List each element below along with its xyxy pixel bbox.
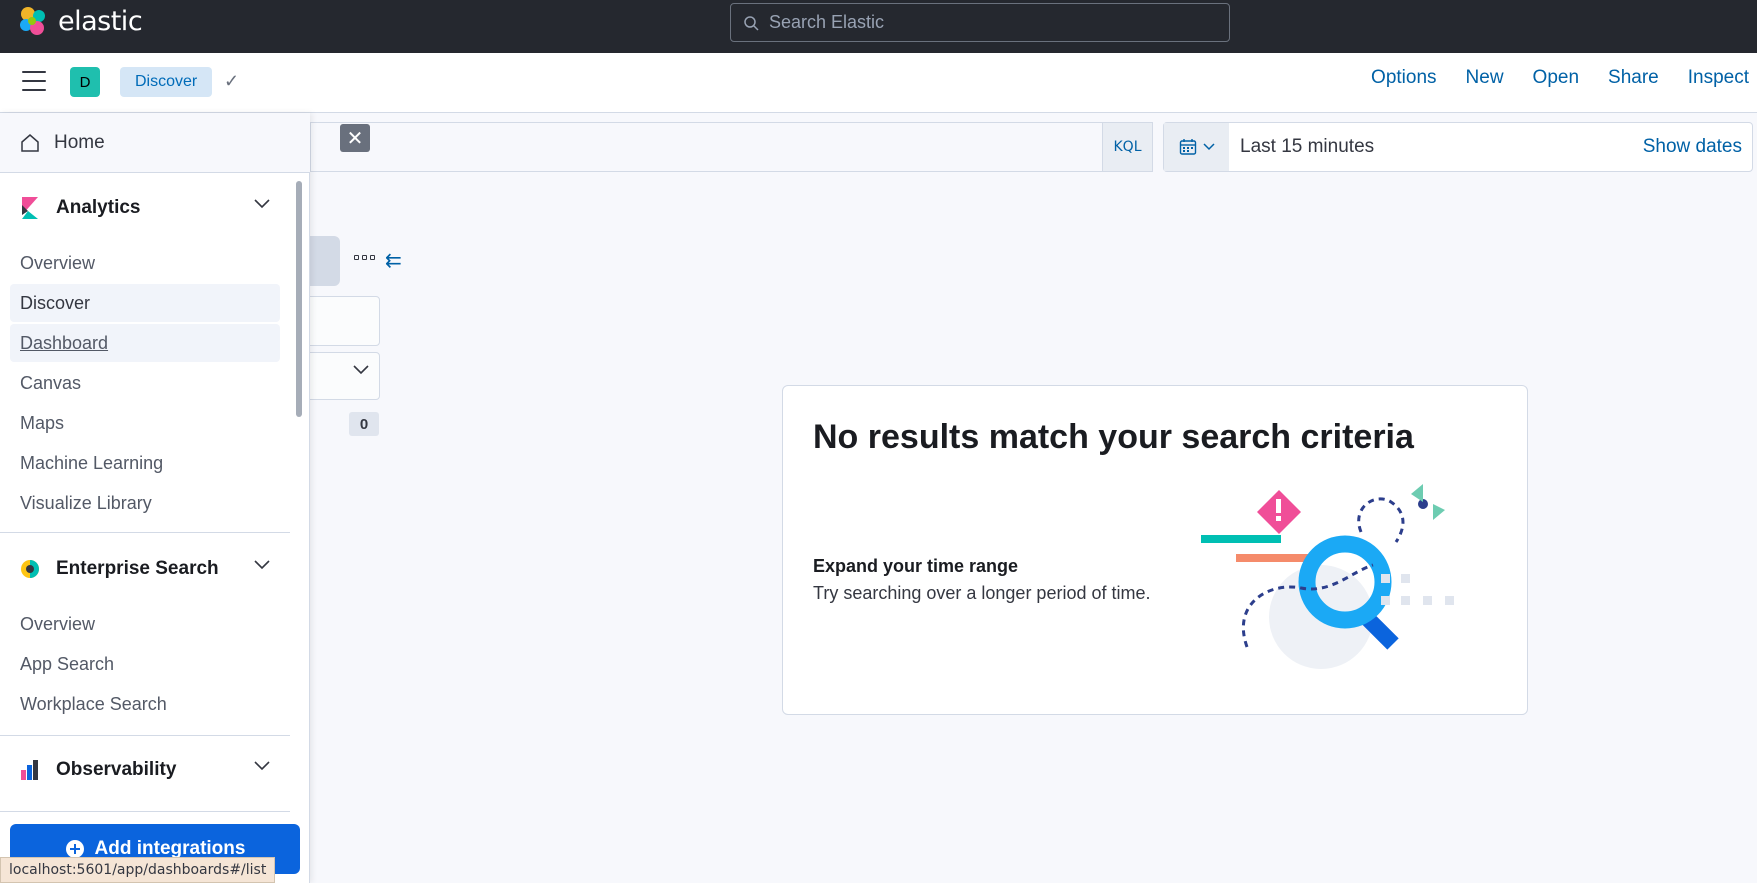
nav-divider bbox=[0, 811, 290, 812]
chevron-down-icon bbox=[353, 365, 369, 375]
check-icon: ✓ bbox=[224, 71, 240, 91]
nav-item-workplace-search[interactable]: Workplace Search bbox=[10, 685, 280, 723]
nav-item-maps[interactable]: Maps bbox=[10, 404, 280, 442]
nav-item-es-overview[interactable]: Overview bbox=[10, 605, 280, 643]
chevron-down-icon bbox=[1202, 143, 1215, 151]
nav-home-link[interactable]: Home bbox=[0, 113, 310, 173]
top-nav-links: Options New Open Share Inspect bbox=[1371, 67, 1749, 89]
global-header: elastic bbox=[0, 0, 1757, 53]
options-link[interactable]: Options bbox=[1371, 67, 1436, 89]
home-icon bbox=[21, 133, 39, 152]
nav-scrollbar[interactable] bbox=[296, 181, 302, 417]
nav-home-label: Home bbox=[54, 131, 105, 153]
brand-name: elastic bbox=[58, 5, 143, 37]
nav-flyout: Home Analytics Overview Discover Dashboa… bbox=[0, 113, 310, 883]
nav-group-label: Enterprise Search bbox=[56, 558, 219, 579]
nav-divider bbox=[0, 735, 290, 736]
nav-group-label: Analytics bbox=[56, 197, 141, 218]
chevron-down-icon bbox=[254, 761, 270, 771]
date-picker: Last 15 minutes Show dates bbox=[1163, 122, 1753, 172]
app-toolbar: D Discover ✓ Options New Open Share Insp… bbox=[0, 53, 1757, 113]
breadcrumb-discover[interactable]: Discover bbox=[120, 67, 213, 97]
more-options-icon[interactable] bbox=[354, 255, 375, 260]
plus-circle-icon bbox=[65, 840, 84, 858]
nav-item-machine-learning[interactable]: Machine Learning bbox=[10, 444, 280, 482]
global-search-box[interactable] bbox=[730, 3, 1230, 42]
show-dates-link[interactable]: Show dates bbox=[1643, 136, 1742, 158]
expand-time-description: Try searching over a longer period of ti… bbox=[813, 583, 1151, 603]
kql-language-button[interactable]: KQL bbox=[1102, 122, 1153, 172]
chevron-down-icon bbox=[254, 199, 270, 209]
nav-group-enterprise-search[interactable]: Enterprise Search bbox=[20, 554, 270, 584]
date-quick-menu-button[interactable] bbox=[1164, 123, 1229, 171]
no-results-illustration bbox=[1201, 484, 1454, 669]
nav-group-label: Observability bbox=[56, 759, 177, 780]
query-input[interactable] bbox=[310, 122, 1153, 172]
nav-item-overview[interactable]: Overview bbox=[10, 244, 280, 282]
menu-toggle-icon[interactable] bbox=[22, 71, 46, 91]
nav-item-dashboard[interactable]: Dashboard bbox=[10, 324, 280, 362]
chevron-down-icon bbox=[254, 560, 270, 570]
no-results-title: No results match your search criteria bbox=[813, 418, 1414, 456]
time-range-label[interactable]: Last 15 minutes bbox=[1240, 136, 1374, 158]
calendar-icon bbox=[1179, 139, 1196, 155]
nav-divider bbox=[0, 532, 290, 533]
enterprise-search-icon bbox=[21, 560, 39, 578]
new-link[interactable]: New bbox=[1466, 67, 1504, 89]
share-link[interactable]: Share bbox=[1608, 67, 1659, 89]
nav-item-visualize-library[interactable]: Visualize Library bbox=[10, 484, 280, 522]
field-count-badge: 0 bbox=[349, 412, 379, 436]
elastic-logo[interactable]: elastic bbox=[18, 5, 143, 37]
nav-group-observability[interactable]: Observability bbox=[20, 755, 270, 785]
nav-item-app-search[interactable]: App Search bbox=[10, 645, 280, 683]
nav-group-analytics[interactable]: Analytics bbox=[20, 193, 270, 223]
observability-icon bbox=[21, 760, 38, 780]
inspect-link[interactable]: Inspect bbox=[1688, 67, 1749, 89]
status-bar-url: localhost:5601/app/dashboards#/list bbox=[0, 857, 276, 883]
nav-item-canvas[interactable]: Canvas bbox=[10, 364, 280, 402]
open-link[interactable]: Open bbox=[1533, 67, 1579, 89]
space-avatar[interactable]: D bbox=[70, 67, 100, 97]
search-icon bbox=[744, 15, 759, 31]
expand-time-title: Expand your time range bbox=[813, 556, 1019, 576]
no-results-panel: No results match your search criteria Ex… bbox=[782, 385, 1528, 715]
collapse-sidebar-icon[interactable]: ⇇ bbox=[385, 248, 402, 273]
global-search-input[interactable] bbox=[769, 12, 1209, 33]
kibana-icon bbox=[22, 197, 38, 219]
close-nav-icon[interactable]: ✕ bbox=[340, 124, 370, 152]
nav-item-discover[interactable]: Discover bbox=[10, 284, 280, 322]
elastic-logo-icon bbox=[20, 7, 45, 35]
